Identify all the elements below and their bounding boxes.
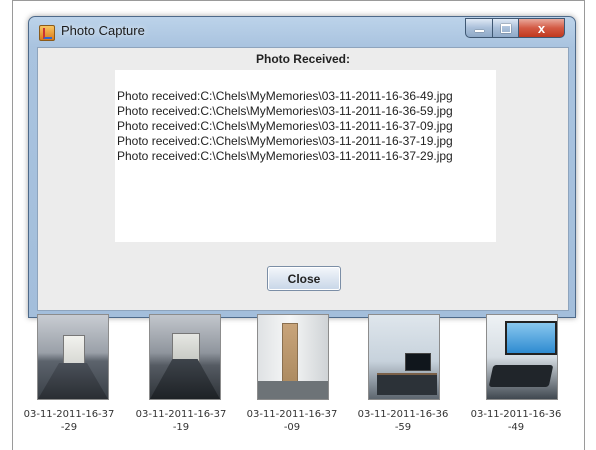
thumbnail-caption: 03-11-2011-16-37 -19 — [127, 408, 235, 434]
log-line: Photo received:C:\Chels\MyMemories\03-11… — [117, 149, 453, 163]
log-line: Photo received:C:\Chels\MyMemories\03-11… — [117, 104, 453, 118]
caption-line-1: 03-11-2011-16-37 — [135, 409, 227, 420]
thumbnail-item[interactable]: 03-11-2011-16-37 -19 — [127, 310, 235, 450]
log-line: Photo received:C:\Chels\MyMemories\03-11… — [117, 134, 453, 148]
maximize-icon — [500, 23, 511, 33]
maximize-button[interactable] — [492, 18, 518, 38]
received-log-textarea[interactable]: Photo received:C:\Chels\MyMemories\03-11… — [115, 70, 496, 242]
close-button[interactable]: Close — [267, 266, 341, 291]
thumbnail-item[interactable]: 03-11-2011-16-37 -29 — [15, 310, 123, 450]
caption-line-2: -09 — [283, 422, 301, 433]
window-title: Photo Capture — [61, 23, 145, 38]
caption-line-1: 03-11-2011-16-36 — [470, 409, 562, 420]
corridor-photo-thumbnail[interactable] — [149, 314, 221, 400]
thumbnail-caption: 03-11-2011-16-36 -49 — [462, 408, 570, 434]
window-controls: x — [465, 18, 565, 38]
thumbnail-caption: 03-11-2011-16-37 -29 — [15, 408, 123, 434]
office-photo-thumbnail[interactable] — [368, 314, 440, 400]
corridor-photo-thumbnail[interactable] — [37, 314, 109, 400]
caption-line-1: 03-11-2011-16-37 — [23, 409, 115, 420]
close-window-button[interactable]: x — [518, 18, 565, 38]
close-icon: x — [537, 20, 546, 36]
thumbnail-item[interactable]: 03-11-2011-16-36 -59 — [349, 310, 457, 450]
thumbnail-caption: 03-11-2011-16-37 -09 — [238, 408, 346, 434]
thumbnail-item[interactable]: 03-11-2011-16-36 -49 — [462, 310, 570, 450]
thumbnail-caption: 03-11-2011-16-36 -59 — [349, 408, 457, 434]
dialog-body: Photo Received: Photo received:C:\Chels\… — [37, 47, 569, 311]
title-bar[interactable]: Photo Capture x — [29, 17, 575, 47]
caption-line-2: -49 — [507, 422, 525, 433]
frame-top-border — [12, 0, 585, 1]
thumbnail-strip: 03-11-2011-16-37 -29 03-11-2011-16-37 -1… — [0, 310, 596, 450]
minimize-button[interactable] — [465, 18, 492, 38]
caption-line-1: 03-11-2011-16-36 — [357, 409, 449, 420]
thumbnail-item[interactable]: 03-11-2011-16-37 -09 — [238, 310, 346, 450]
desk-photo-thumbnail[interactable] — [486, 314, 558, 400]
minimize-icon — [474, 30, 484, 32]
caption-line-2: -19 — [172, 422, 190, 433]
caption-line-1: 03-11-2011-16-37 — [246, 409, 338, 420]
door-photo-thumbnail[interactable] — [257, 314, 329, 400]
caption-line-2: -59 — [394, 422, 412, 433]
log-line: Photo received:C:\Chels\MyMemories\03-11… — [117, 119, 453, 133]
photo-received-heading: Photo Received: — [255, 52, 351, 66]
received-log-lines: Photo received:C:\Chels\MyMemories\03-11… — [117, 89, 453, 164]
java-app-icon[interactable] — [39, 25, 55, 41]
photo-capture-window: Photo Capture x Photo Received: Photo re… — [28, 16, 576, 318]
caption-line-2: -29 — [60, 422, 78, 433]
log-line: Photo received:C:\Chels\MyMemories\03-11… — [117, 89, 453, 103]
